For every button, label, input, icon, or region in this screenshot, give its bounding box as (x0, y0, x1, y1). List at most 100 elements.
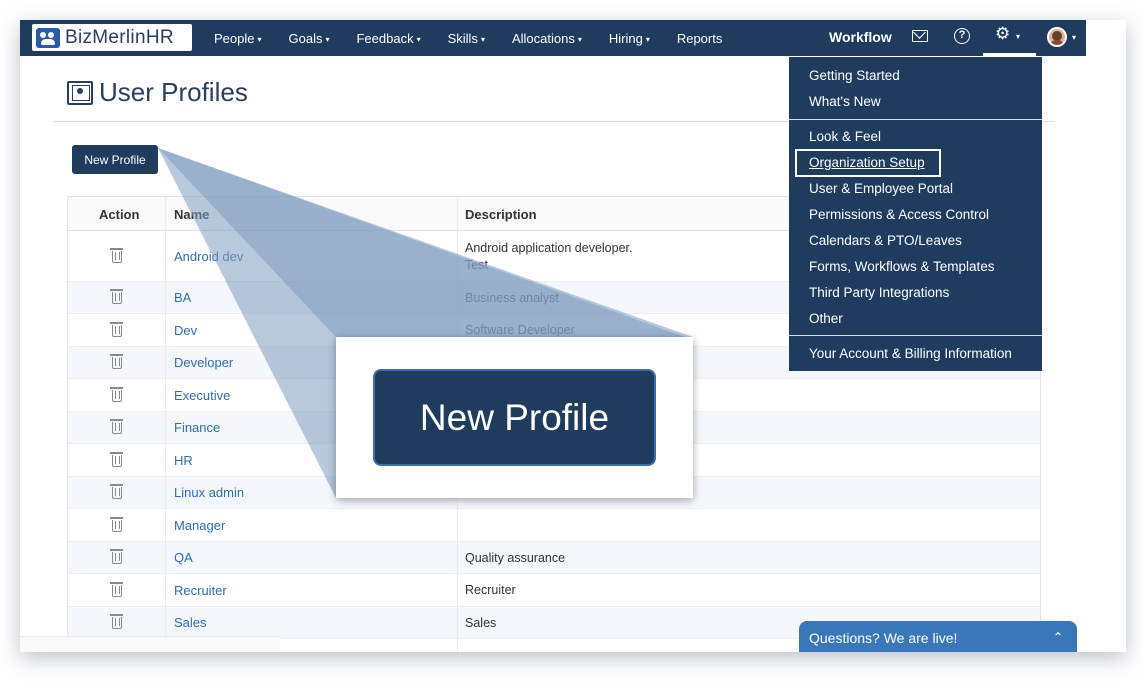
nav-item-label: Skills (447, 30, 478, 46)
menu-item-third-party-integrations[interactable]: Third Party Integrations (809, 285, 949, 300)
logo-text: BizMerlinHR (65, 26, 174, 48)
mail-icon[interactable] (912, 30, 928, 42)
nav-item-allocations[interactable]: Allocations ▾ (512, 31, 582, 46)
trash-icon[interactable] (110, 451, 123, 467)
profile-name-link[interactable]: Linux admin (174, 485, 244, 500)
trash-icon[interactable] (110, 549, 123, 564)
menu-item-what-s-new[interactable]: What's New (809, 94, 881, 109)
chevron-down-icon: ▾ (325, 34, 330, 44)
description-line: Recruiter (465, 583, 516, 597)
profile-name-link[interactable]: Sales (174, 615, 207, 630)
chevron-down-icon: ▾ (257, 34, 262, 44)
nav-item-label: Feedback (356, 30, 414, 46)
profile-name-link[interactable]: Recruiter (174, 583, 227, 598)
menu-divider (789, 335, 1042, 336)
table-row: Recruiter Recruiter (68, 574, 1040, 607)
trash-icon[interactable] (110, 484, 123, 499)
menu-item-permissions-access-control[interactable]: Permissions & Access Control (809, 207, 989, 222)
menu-item-forms-workflows-templates[interactable]: Forms, Workflows & Templates (809, 259, 995, 274)
trash-icon[interactable] (110, 289, 123, 304)
nav-item-people[interactable]: People ▾ (214, 31, 262, 46)
nav-item-label: Allocations (511, 30, 575, 46)
menu-item-getting-started[interactable]: Getting Started (809, 68, 900, 83)
nav-item-label: People (214, 30, 255, 46)
profile-description: Recruiter (465, 582, 516, 599)
column-header-description[interactable]: Description (465, 207, 537, 222)
profile-name-link[interactable]: Dev (174, 323, 197, 338)
help-icon[interactable]: ? (954, 28, 970, 44)
description-line: Test (465, 258, 488, 272)
chevron-down-icon: ▾ (416, 34, 421, 44)
chevron-down-icon: ▾ (480, 34, 485, 44)
chevron-down-icon: ▾ (577, 34, 582, 44)
profile-description: Sales (465, 615, 496, 632)
app-window: BizMerlinHR People ▾ Goals ▾ Feedback ▾ Skills… (20, 20, 1126, 652)
menu-item-your-account-billing-information[interactable]: Your Account & Billing Information (809, 346, 1012, 361)
page-header: User Profiles (67, 77, 248, 108)
menu-item-other[interactable]: Other (809, 311, 843, 326)
trash-icon[interactable] (110, 386, 123, 402)
nav-item-label: Reports (676, 30, 723, 46)
trash-icon[interactable] (110, 516, 123, 532)
chevron-down-icon[interactable]: ▾ (1072, 33, 1076, 42)
page-title: User Profiles (99, 77, 248, 107)
profile-description: Business analyst (465, 290, 559, 307)
nav-menu: People ▾ Goals ▾ Feedback ▾ Skills ▾ Allocations… (214, 20, 749, 56)
profile-name-link[interactable]: BA (174, 290, 191, 305)
status-bar (20, 636, 280, 652)
menu-item-calendars-pto-leaves[interactable]: Calendars & PTO/Leaves (809, 233, 962, 248)
user-profile-icon (67, 80, 93, 105)
nav-item-label: Goals (288, 30, 323, 46)
menu-item-look-feel[interactable]: Look & Feel (809, 129, 881, 144)
profile-description: Quality assurance (465, 550, 565, 567)
live-chat-widget[interactable]: Questions? We are live! ⌃ (799, 621, 1077, 652)
zoom-callout: New Profile (336, 337, 693, 498)
nav-item-skills[interactable]: Skills ▾ (448, 31, 485, 46)
workflow-link[interactable]: Workflow (829, 29, 892, 45)
menu-item-user-employee-portal[interactable]: User & Employee Portal (809, 181, 953, 196)
profile-name-link[interactable]: Manager (174, 518, 225, 533)
nav-item-goals[interactable]: Goals ▾ (289, 31, 330, 46)
profile-name-link[interactable]: HR (174, 453, 193, 468)
nav-item-hiring[interactable]: Hiring ▾ (609, 31, 650, 46)
settings-dropdown: Getting Started What's New Look & Feel Orga… (789, 57, 1042, 371)
column-header-name[interactable]: Name (174, 207, 209, 222)
trash-icon[interactable] (110, 354, 123, 369)
table-row: QA Quality assurance (68, 542, 1040, 574)
gear-icon: ⚙ (995, 24, 1011, 43)
trash-icon[interactable] (110, 248, 123, 263)
profile-name-link[interactable]: Finance (174, 420, 220, 435)
profile-name-link[interactable]: Developer (174, 355, 233, 370)
profile-name-link[interactable]: Executive (174, 388, 230, 403)
column-header-action: Action (99, 207, 140, 222)
new-profile-button-zoomed[interactable]: New Profile (373, 369, 656, 466)
table-row: Manager (68, 509, 1040, 542)
nav-item-label: Hiring (608, 30, 643, 46)
top-navbar: BizMerlinHR People ▾ Goals ▾ Feedback ▾ Skills… (20, 20, 1086, 56)
profile-name-link[interactable]: QA (174, 550, 193, 565)
profile-name-link[interactable]: Android dev (174, 249, 243, 264)
trash-icon[interactable] (110, 321, 123, 337)
menu-divider (789, 119, 1042, 120)
avatar[interactable] (1047, 27, 1067, 47)
people-logo-icon (36, 27, 60, 48)
description-line: Android application developer. (465, 241, 633, 255)
trash-icon[interactable] (110, 419, 123, 434)
chevron-down-icon: ▾ (1016, 32, 1021, 41)
chat-label: Questions? We are live! (809, 630, 958, 646)
trash-icon[interactable] (110, 614, 123, 629)
settings-menu-toggle[interactable]: ⚙ ▾ (983, 20, 1036, 56)
chevron-up-icon[interactable]: ⌃ (1053, 630, 1063, 644)
new-profile-button[interactable]: New Profile (72, 145, 158, 174)
column-divider (165, 197, 166, 652)
nav-item-reports[interactable]: Reports (677, 31, 723, 46)
description-line: Business analyst (465, 290, 559, 305)
nav-item-feedback[interactable]: Feedback ▾ (356, 31, 420, 46)
description-line: Sales (465, 615, 497, 630)
menu-item-organization-setup[interactable]: Organization Setup (809, 155, 925, 170)
trash-icon[interactable] (110, 581, 123, 597)
description-line: Quality assurance (465, 550, 566, 565)
logo[interactable]: BizMerlinHR (32, 24, 192, 51)
profile-description: Android application developer. Test (465, 240, 632, 274)
chevron-down-icon: ▾ (645, 34, 650, 44)
